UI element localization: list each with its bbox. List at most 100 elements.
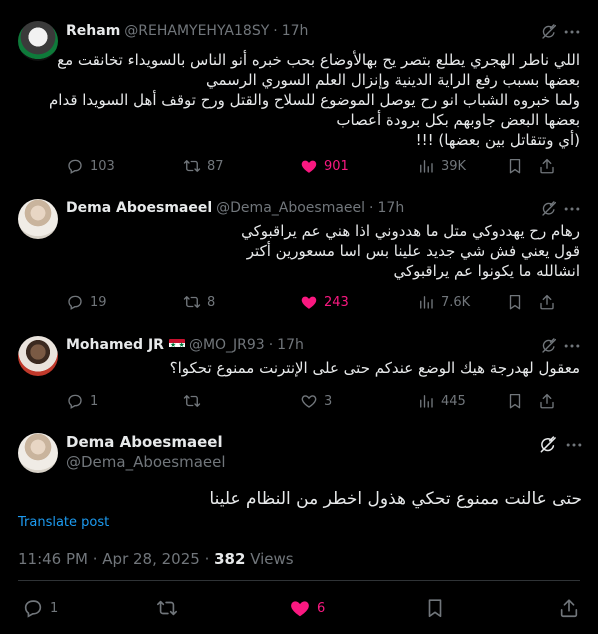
tweet-text: اللي ناطر الهجري يطلع بتصر يح بهالأوضاع …	[49, 50, 580, 150]
text-line: انشالله ما يكونوا عم يراقبوكي	[393, 262, 581, 280]
tweet-text: معقول لهدرجة هيك الوضع عندكم حتى على الإ…	[66, 358, 580, 378]
repost-button[interactable]: 87	[183, 156, 224, 176]
avatar[interactable]	[18, 21, 58, 61]
views-icon	[417, 293, 435, 311]
separator-dot: ·	[273, 23, 278, 39]
share-button[interactable]	[558, 597, 586, 619]
repost-button[interactable]	[183, 391, 207, 411]
timestamp[interactable]: 17h	[282, 23, 309, 39]
views-button[interactable]: 7.6K	[417, 292, 470, 312]
timestamp[interactable]: 17h	[378, 200, 405, 216]
grok-icon[interactable]	[540, 200, 558, 218]
like-button[interactable]: 901	[300, 156, 349, 176]
share-icon[interactable]	[538, 157, 556, 175]
tweet-header: Mohamed JR @MO_JR93 · 17h	[66, 335, 304, 355]
like-count: 3	[324, 393, 333, 409]
avatar[interactable]	[18, 199, 58, 239]
author-handle[interactable]: @REHAMYEHYA18SY	[124, 23, 269, 39]
separator-dot: ·	[369, 200, 374, 216]
reply-button[interactable]: 1	[66, 391, 98, 411]
heart-icon	[300, 157, 318, 175]
repost-button[interactable]	[156, 597, 184, 619]
like-count: 6	[317, 600, 326, 616]
action-bar: 19 8 243 7.6K	[66, 292, 578, 312]
avatar[interactable]	[18, 433, 58, 473]
text-line: رهام رح يهددوكي متل ما هددوني اذا هني عم…	[241, 222, 580, 240]
author-name[interactable]: Mohamed JR	[66, 337, 164, 353]
more-icon[interactable]	[562, 336, 582, 356]
tweet-header: Reham @REHAMYEHYA18SY · 17h	[66, 21, 308, 41]
reply-button[interactable]: 103	[66, 156, 115, 176]
views-count: 39K	[441, 158, 467, 174]
author-handle[interactable]: @Dema_Aboesmaeel	[216, 200, 365, 216]
reply-count: 1	[50, 600, 59, 616]
tweet-header: Dema Aboesmaeel @Dema_Aboesmaeel · 17h	[66, 198, 404, 218]
share-icon[interactable]	[538, 293, 556, 311]
like-button[interactable]: 3	[300, 391, 332, 411]
views-icon	[417, 392, 435, 410]
text-line: قول يعني فش شي جديد علينا بس اسا مسعورين…	[246, 242, 580, 260]
bookmark-button[interactable]	[424, 597, 452, 619]
bookmark-icon[interactable]	[506, 293, 524, 311]
author-name[interactable]: Dema Aboesmaeel	[66, 200, 212, 216]
repost-icon	[183, 392, 201, 410]
reply-tweet[interactable]: Reham @REHAMYEHYA18SY · 17h اللي ناطر ال…	[0, 0, 598, 188]
like-count: 243	[324, 294, 349, 310]
views-count: 445	[441, 393, 466, 409]
text-line: بعضها بسبب رفع الراية الدينية وإنزال الع…	[206, 71, 580, 89]
repost-icon	[183, 293, 201, 311]
separator-dot: ·	[268, 337, 274, 353]
text-line: بعضها البعض جاوبهم بكل برودة أعصاب	[336, 111, 580, 129]
views-icon	[417, 157, 435, 175]
author-name[interactable]: Dema Aboesmaeel	[66, 433, 223, 451]
author-handle[interactable]: @MO_JR93	[189, 337, 265, 353]
reply-count: 1	[90, 393, 99, 409]
repost-count: 8	[207, 294, 216, 310]
reply-icon	[22, 597, 44, 619]
heart-icon	[289, 597, 311, 619]
repost-button[interactable]: 8	[183, 292, 215, 312]
reply-button[interactable]: 19	[66, 292, 107, 312]
tweet-meta: 11:46 PM · Apr 28, 2025 · 382 Views	[18, 550, 294, 568]
bookmark-icon[interactable]	[506, 392, 524, 410]
reply-count: 103	[90, 158, 115, 174]
author-handle[interactable]: @Dema_Aboesmaeel	[66, 453, 226, 471]
grok-icon[interactable]	[538, 435, 558, 455]
author-name[interactable]: Reham	[66, 23, 120, 39]
text-line: معقول لهدرجة هيك الوضع عندكم حتى على الإ…	[169, 359, 580, 377]
like-button[interactable]: 243	[300, 292, 349, 312]
views-button[interactable]: 39K	[417, 156, 466, 176]
timestamp[interactable]: 17h	[277, 337, 304, 353]
repost-icon	[183, 157, 201, 175]
grok-icon[interactable]	[540, 337, 558, 355]
post-timestamp[interactable]: 11:46 PM · Apr 28, 2025 ·	[18, 550, 214, 568]
translate-post-link[interactable]: Translate post	[18, 515, 109, 530]
bookmark-icon[interactable]	[506, 157, 524, 175]
reply-button[interactable]: 1	[22, 597, 58, 619]
share-icon	[558, 597, 580, 619]
more-icon[interactable]	[562, 22, 582, 42]
views-count: 7.6K	[441, 294, 471, 310]
reply-tweet[interactable]: Dema Aboesmaeel @Dema_Aboesmaeel · 17h ر…	[0, 188, 598, 325]
more-icon[interactable]	[564, 435, 584, 455]
iraq-flag-icon	[168, 339, 185, 351]
heart-icon	[300, 293, 318, 311]
views-button[interactable]: 445	[417, 391, 466, 411]
reply-icon	[66, 157, 84, 175]
tweet-text: رهام رح يهددوكي متل ما هددوني اذا هني عم…	[66, 221, 580, 281]
reply-tweet[interactable]: Mohamed JR @MO_JR93 · 17h معقول لهدرجة ه…	[0, 325, 598, 425]
main-tweet: Dema Aboesmaeel @Dema_Aboesmaeel حتى عال…	[0, 425, 598, 634]
avatar[interactable]	[18, 336, 58, 376]
grok-icon[interactable]	[540, 23, 558, 41]
divider	[18, 580, 580, 581]
views-label: Views	[245, 550, 294, 568]
action-bar: 103 87 901 39K	[66, 156, 578, 176]
views-count: 382	[214, 550, 246, 568]
heart-outline-icon	[300, 392, 318, 410]
more-icon[interactable]	[562, 199, 582, 219]
repost-icon	[156, 597, 178, 619]
like-button[interactable]: 6	[289, 597, 325, 619]
repost-count: 87	[207, 158, 224, 174]
share-icon[interactable]	[538, 392, 556, 410]
tweet-header: Dema Aboesmaeel @Dema_Aboesmaeel	[66, 433, 226, 471]
